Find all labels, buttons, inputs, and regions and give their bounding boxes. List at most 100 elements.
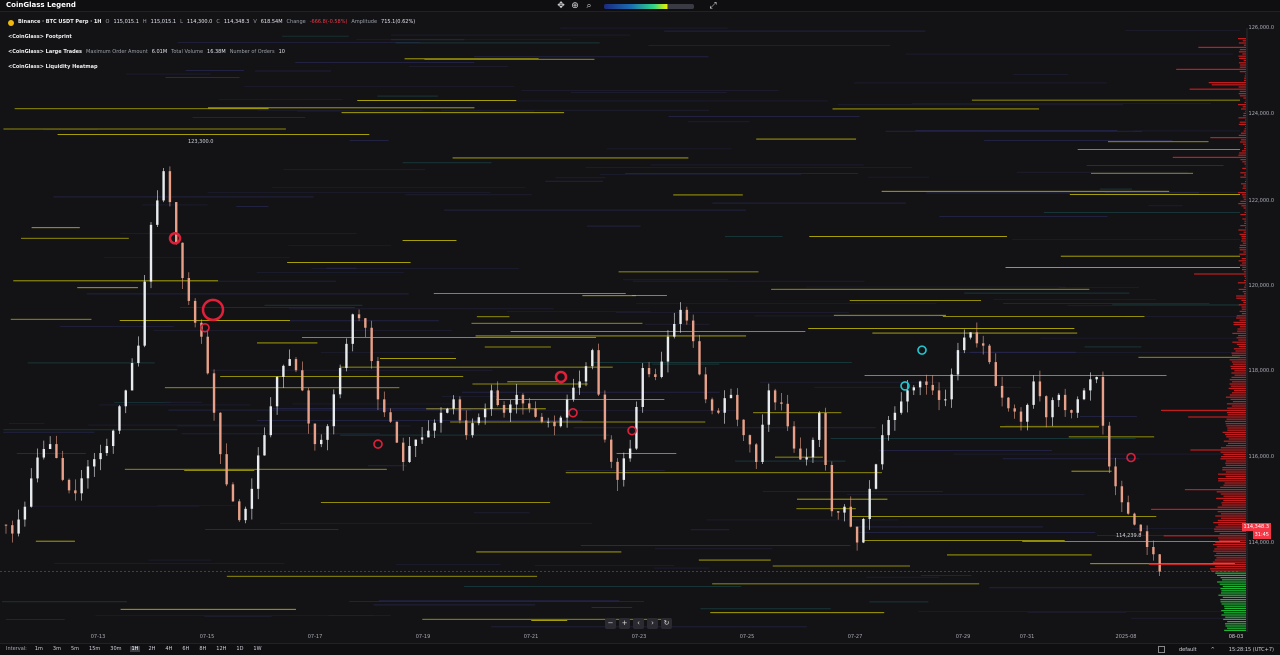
- ask-depth-bar: [1239, 249, 1246, 251]
- indicator-liquidity-heatmap[interactable]: <CoinGlass> Liquidity Heatmap: [8, 60, 415, 75]
- candle-countdown-badge: 31:45: [1252, 531, 1271, 539]
- candle-body: [981, 343, 985, 346]
- ask-depth-bar: [1240, 214, 1246, 216]
- interval-5m[interactable]: 5m: [69, 646, 81, 652]
- ask-depth-bar: [1242, 161, 1246, 163]
- ask-depth-bar: [1225, 420, 1246, 422]
- ask-depth-bar: [1239, 95, 1246, 97]
- interval-2h[interactable]: 2H: [146, 646, 157, 652]
- search-icon[interactable]: ⌕: [584, 1, 594, 11]
- ask-depth-bar: [1241, 236, 1246, 238]
- interval-30m[interactable]: 30m: [108, 646, 123, 652]
- candle-body: [893, 412, 897, 420]
- ask-depth-bar: [1226, 418, 1246, 420]
- zoom-in-button[interactable]: +: [619, 618, 630, 629]
- candle-body: [275, 376, 279, 407]
- candle-body: [263, 435, 266, 456]
- ask-depth-bar: [1230, 365, 1246, 367]
- ask-depth-bar: [1233, 321, 1246, 323]
- candle-body: [244, 508, 247, 521]
- price-chart[interactable]: [0, 12, 1280, 644]
- ask-depth-bar: [1216, 497, 1246, 499]
- ask-depth-bar: [1243, 280, 1246, 282]
- reset-chart-button[interactable]: ↻: [661, 618, 672, 629]
- candle-body: [401, 442, 405, 462]
- candle-body: [792, 426, 796, 449]
- candle-body: [137, 345, 140, 364]
- candle-body: [578, 381, 581, 388]
- candle-body: [111, 430, 115, 447]
- interval-6h[interactable]: 6H: [180, 646, 191, 652]
- ask-depth-bar: [1238, 339, 1246, 341]
- layout-default-select[interactable]: default: [1179, 647, 1197, 653]
- candle-body: [193, 300, 197, 323]
- interval-1h[interactable]: 1H: [129, 646, 141, 652]
- candle-body: [591, 350, 594, 367]
- ask-depth-bar: [1241, 269, 1246, 271]
- candle-body: [320, 439, 323, 445]
- checkbox[interactable]: [1157, 646, 1165, 653]
- ask-depth-bar: [1238, 192, 1246, 194]
- interval-15m[interactable]: 15m: [87, 646, 102, 652]
- candle-body: [660, 361, 663, 377]
- candle-body: [698, 341, 701, 375]
- candle-body: [773, 390, 777, 403]
- indicator-large-trades[interactable]: <CoinGlass> Large Trades Maximum Order A…: [8, 45, 415, 60]
- x-tick: 07-27: [847, 634, 863, 640]
- candle-body: [843, 506, 846, 513]
- chevron-up-icon[interactable]: ^: [1211, 647, 1215, 653]
- ask-depth-bar: [1240, 172, 1246, 174]
- interval-4h[interactable]: 4H: [163, 646, 174, 652]
- candle-body: [1007, 397, 1010, 409]
- ask-depth-bar: [1243, 185, 1246, 187]
- interval-8h[interactable]: 8H: [197, 646, 208, 652]
- candle-body: [918, 381, 922, 388]
- ask-depth-bar: [1242, 106, 1246, 108]
- chart-nav-controls: − + ‹ › ↻: [605, 618, 672, 629]
- indicator-footprint[interactable]: <CoinGlass> Footprint: [8, 30, 415, 45]
- candle-body: [767, 390, 771, 425]
- candle-body: [666, 336, 670, 362]
- expand-icon[interactable]: ⤢: [708, 1, 718, 11]
- ask-depth-bar: [1236, 343, 1246, 345]
- candle-body: [149, 224, 153, 282]
- candle-body: [93, 459, 96, 467]
- zoom-out-button[interactable]: −: [605, 618, 616, 629]
- ask-depth-bar: [1231, 352, 1246, 354]
- ask-depth-bar: [1210, 137, 1246, 139]
- ask-depth-bar: [1245, 189, 1246, 191]
- scroll-right-button[interactable]: ›: [647, 618, 658, 629]
- ask-depth-bar: [1245, 119, 1246, 121]
- ask-depth-bar: [1229, 394, 1246, 396]
- large-trade-marker: [1126, 452, 1136, 463]
- ask-depth-bar: [1230, 368, 1246, 370]
- ask-depth-bar: [1210, 568, 1246, 570]
- ask-depth-bar: [1243, 207, 1246, 209]
- candle-body: [269, 406, 272, 436]
- ask-depth-bar: [1217, 519, 1246, 521]
- interval-3m[interactable]: 3m: [51, 646, 63, 652]
- ask-depth-bar: [1238, 229, 1246, 231]
- ask-depth-bar: [1241, 150, 1246, 152]
- candle-body: [572, 387, 575, 400]
- candle-body: [307, 390, 310, 424]
- clock-readout: 15:28:15 (UTC+7): [1228, 646, 1274, 653]
- candle-body: [212, 373, 216, 413]
- x-tick: 07-25: [739, 634, 755, 640]
- interval-1w[interactable]: 1W: [251, 646, 263, 652]
- price-axis[interactable]: 126,000.0 124,000.0 122,000.0 120,000.0 …: [1249, 12, 1280, 632]
- high-value: 115,015.1: [150, 19, 177, 25]
- interval-1m[interactable]: 1m: [33, 646, 45, 652]
- zoom-icon[interactable]: ⊕: [570, 1, 580, 11]
- interval-1d[interactable]: 1D: [234, 646, 245, 652]
- ask-depth-bar: [1226, 403, 1246, 405]
- max-order-value: 6.01M: [151, 49, 168, 55]
- interval-12h[interactable]: 12H: [214, 646, 228, 652]
- move-icon[interactable]: ✥: [556, 1, 566, 11]
- candle-body: [1019, 411, 1023, 422]
- scroll-left-button[interactable]: ‹: [633, 618, 644, 629]
- ask-depth-bar: [1161, 409, 1246, 411]
- ask-depth-bar: [1230, 398, 1246, 400]
- time-axis[interactable]: 07-13 07-15 07-17 07-19 07-21 07-23 07-2…: [0, 632, 1280, 643]
- heatmap-range-slider[interactable]: [604, 3, 694, 9]
